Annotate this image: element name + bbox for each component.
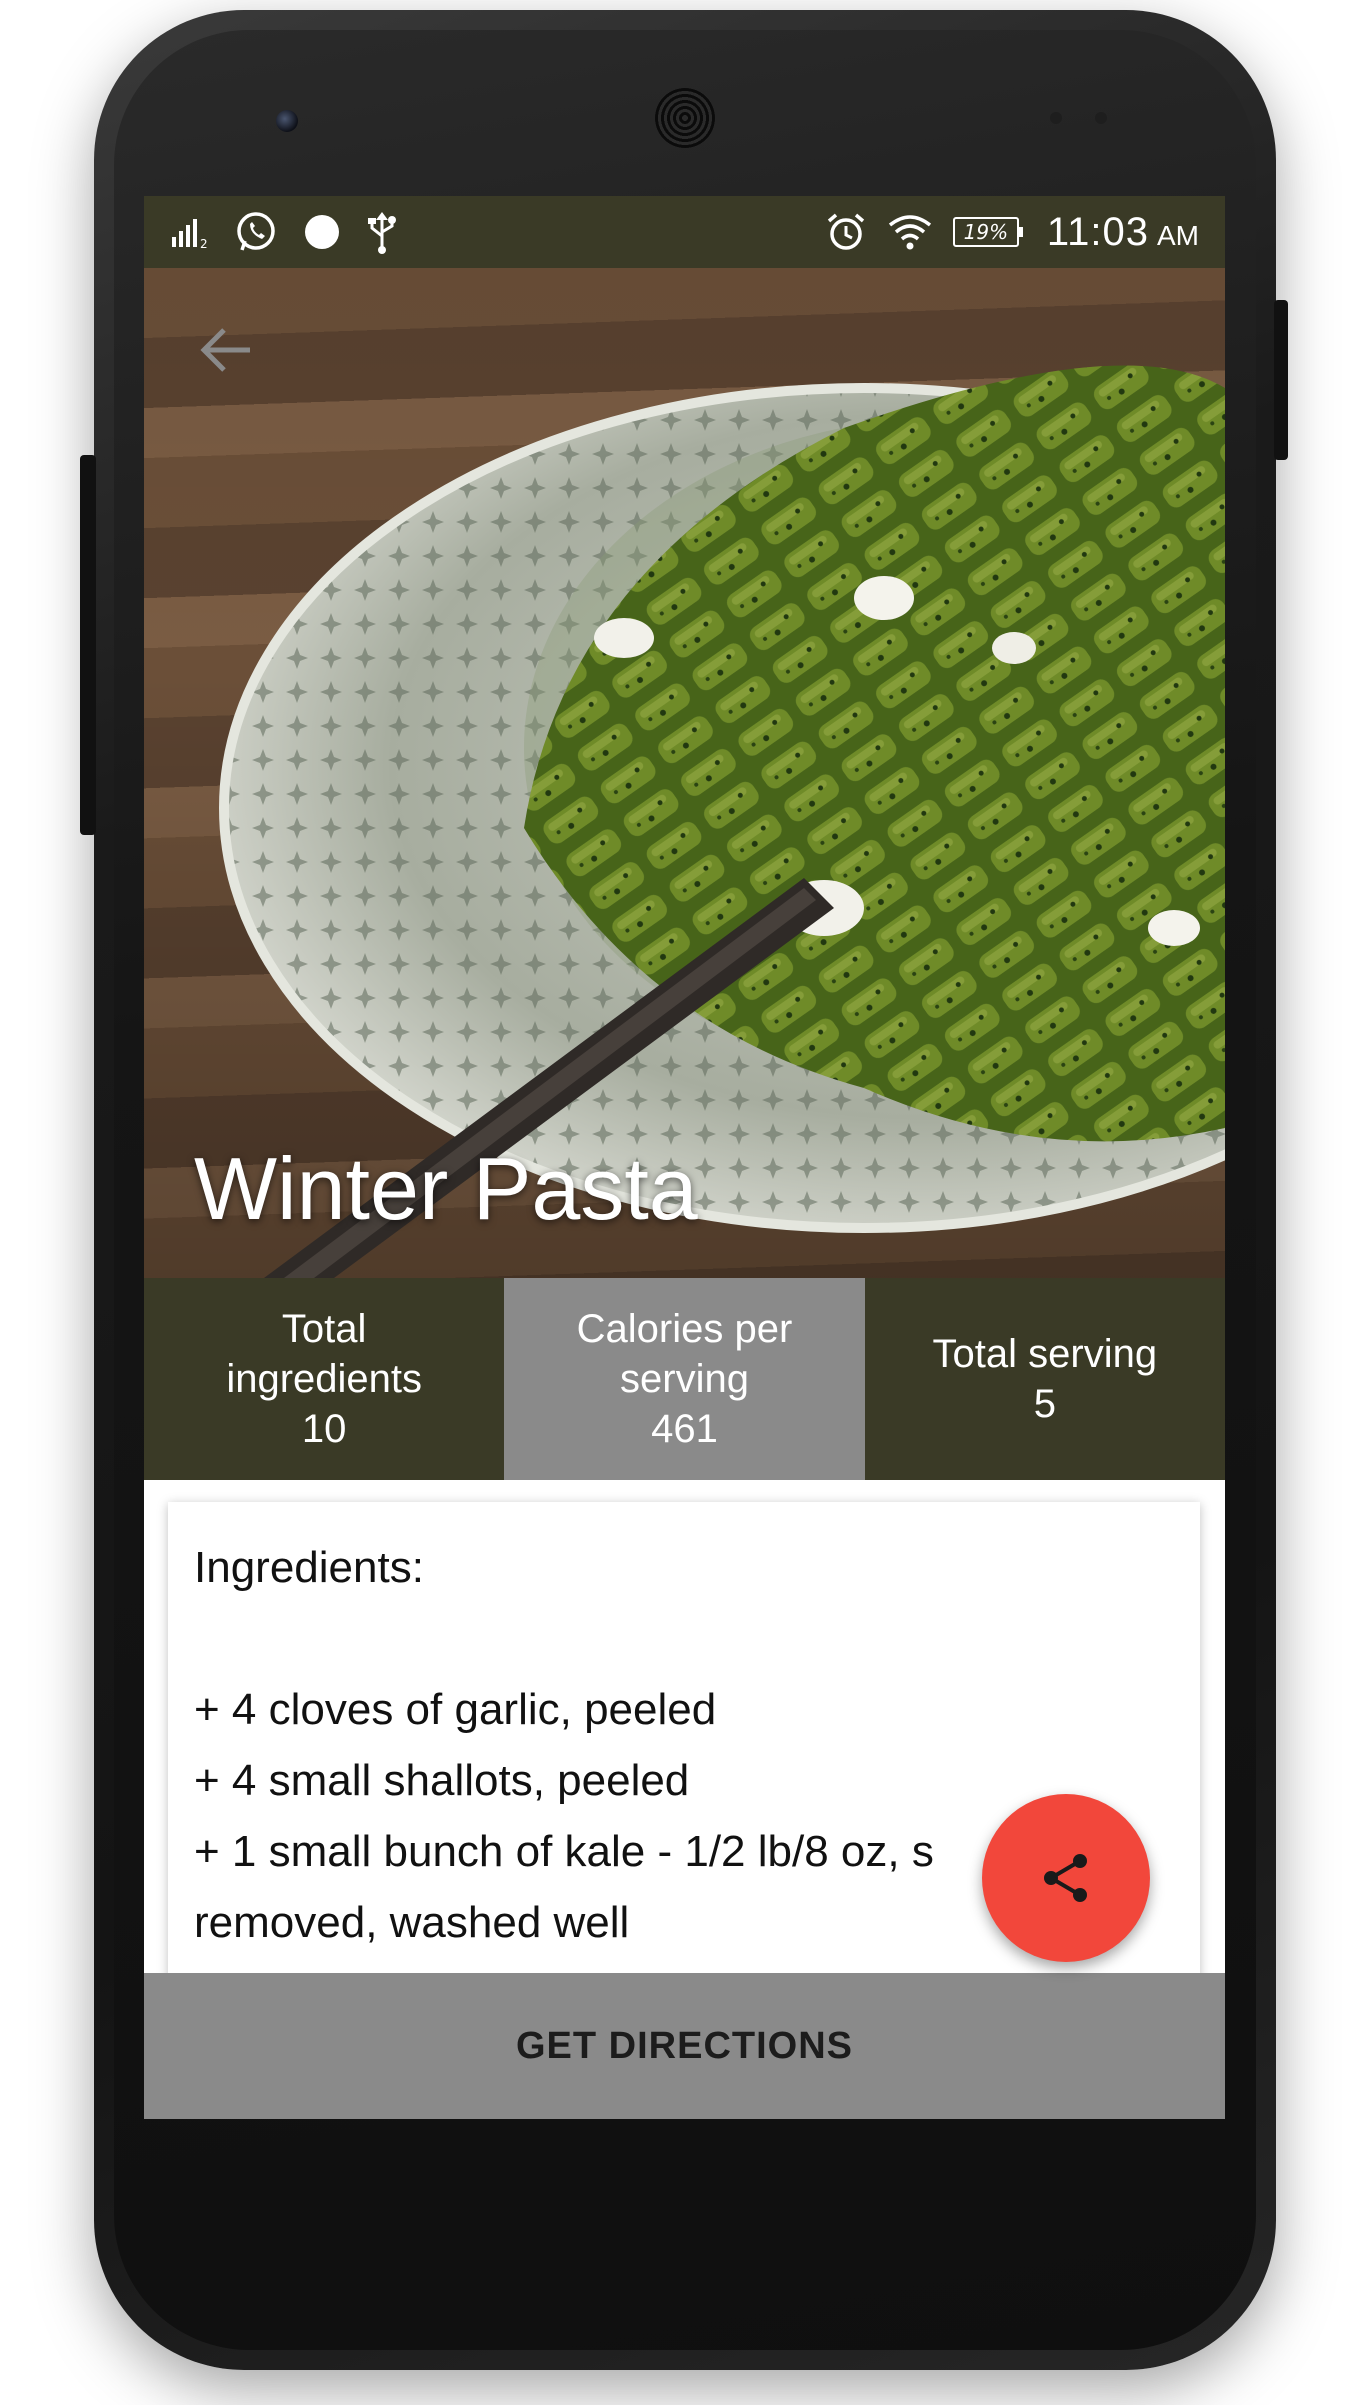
stat-calories-per-serving: Calories per serving 461 [504, 1278, 865, 1480]
recipe-title: Winter Pasta [194, 1139, 698, 1238]
app-screen: 2 19% 11:03 AM Winter Pasta Total ingred… [144, 196, 1225, 2119]
status-ampm: AM [1157, 219, 1199, 251]
stat-label-line1: Total [281, 1307, 367, 1351]
whatsapp-icon [234, 210, 278, 254]
stat-label-line2: ingredients [226, 1357, 422, 1401]
alarm-icon [825, 211, 867, 253]
stat-label-line1: Calories per [576, 1307, 793, 1351]
stat-label-line2: serving [620, 1357, 749, 1401]
ingredients-heading: Ingredients: [194, 1543, 424, 1592]
status-time: 11:03 [1046, 209, 1149, 254]
stat-total-ingredients: Total ingredients 10 [144, 1278, 505, 1480]
recipe-stats: Total ingredients 10 Calories per servin… [144, 1278, 1225, 1480]
stat-label-line1: Total serving [932, 1332, 1158, 1376]
share-icon [1044, 1854, 1087, 1902]
usb-icon [366, 210, 398, 254]
pasta-dish-illustration [219, 365, 1225, 1278]
stat-value: 5 [1033, 1382, 1056, 1426]
stat-value: 461 [651, 1407, 718, 1451]
front-camera [276, 110, 298, 132]
recipe-hero-image: Winter Pasta [144, 268, 1225, 1278]
signal-icon: 2 [170, 215, 210, 249]
proximity-sensors [1050, 108, 1120, 128]
status-bar: 2 19% 11:03 AM [144, 196, 1225, 268]
share-button[interactable] [982, 1794, 1150, 1962]
volume-button [80, 455, 96, 835]
stat-value: 10 [301, 1407, 347, 1451]
battery-icon: 19% [952, 217, 1023, 247]
svg-text:2: 2 [200, 237, 208, 249]
arrow-back-icon [200, 328, 250, 372]
earpiece-speaker [655, 88, 715, 148]
stat-total-serving: Total serving 5 [864, 1278, 1225, 1480]
back-button[interactable] [186, 310, 266, 390]
wifi-icon [887, 213, 933, 251]
circle-notification-icon [302, 212, 342, 252]
power-button [1274, 300, 1288, 460]
get-directions-button[interactable]: GET DIRECTIONS [144, 1973, 1225, 2119]
ingredient-item: + 4 cloves of garlic, peeled [194, 1685, 717, 1734]
